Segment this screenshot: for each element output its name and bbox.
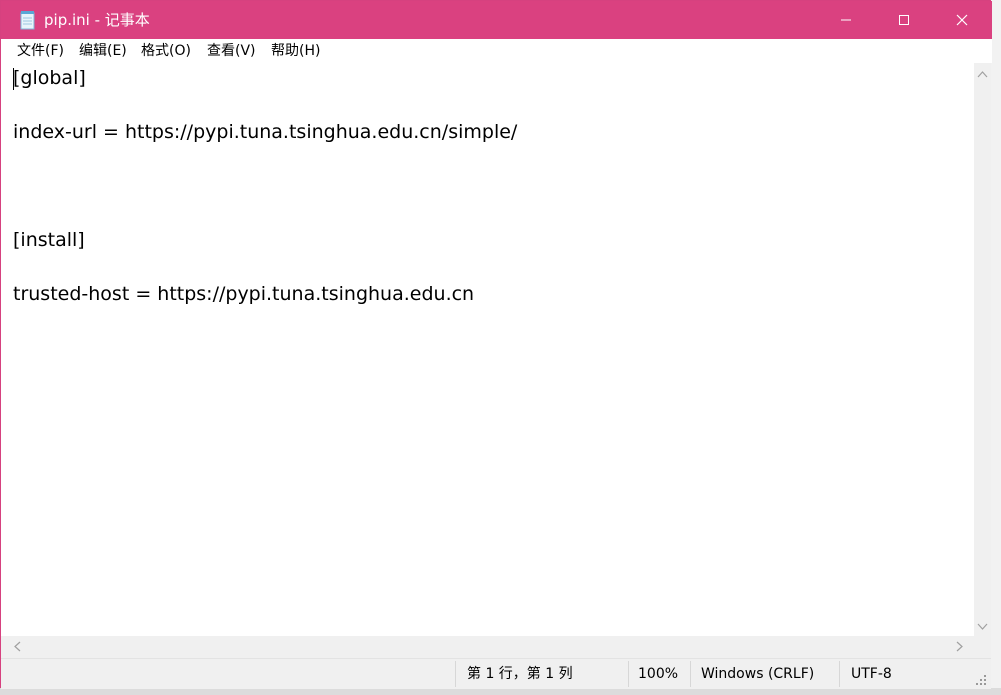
scroll-down-icon[interactable] xyxy=(977,621,988,633)
scroll-left-icon[interactable] xyxy=(13,641,21,654)
title-bar[interactable]: pip.ini - 记事本 xyxy=(1,1,992,39)
menu-file[interactable]: 文件(F) xyxy=(17,43,64,59)
menu-format[interactable]: 格式(O) xyxy=(141,43,191,59)
line-ending: Windows (CRLF) xyxy=(701,666,815,682)
editor-line: index-url = https://pypi.tuna.tsinghua.e… xyxy=(13,121,518,143)
encoding: UTF-8 xyxy=(851,666,892,682)
menu-edit[interactable]: 编辑(E) xyxy=(79,43,127,59)
editor-line: [global] xyxy=(13,67,86,89)
maximize-button[interactable] xyxy=(875,1,933,39)
background-taskbar-edge xyxy=(0,688,1001,695)
horizontal-scrollbar[interactable] xyxy=(1,636,974,658)
editor-line: [install] xyxy=(13,229,85,251)
zoom-level: 100% xyxy=(638,666,679,682)
text-editor[interactable]: [global] index-url = https://pypi.tuna.t… xyxy=(1,63,974,636)
status-divider xyxy=(690,661,691,687)
scroll-up-icon[interactable] xyxy=(977,68,988,80)
notepad-icon xyxy=(19,10,37,30)
minimize-button[interactable] xyxy=(817,1,875,39)
status-bar: 第 1 行，第 1 列 100% Windows (CRLF) UTF-8 xyxy=(1,658,991,689)
window-title: pip.ini - 记事本 xyxy=(44,11,150,29)
status-divider xyxy=(628,661,629,687)
menu-help[interactable]: 帮助(H) xyxy=(271,43,320,59)
notepad-window: pip.ini - 记事本 文件(F) 编辑(E) 格式(O) 查看(V) 帮助… xyxy=(0,0,992,689)
menu-bar: 文件(F) 编辑(E) 格式(O) 查看(V) 帮助(H) xyxy=(1,39,992,63)
close-button[interactable] xyxy=(933,1,991,39)
scroll-right-icon[interactable] xyxy=(956,641,964,654)
maximize-icon xyxy=(898,11,910,30)
cursor-position: 第 1 行，第 1 列 xyxy=(467,666,573,682)
status-divider xyxy=(839,661,840,687)
editor-line: trusted-host = https://pypi.tuna.tsinghu… xyxy=(13,283,475,305)
scrollbar-corner xyxy=(974,636,991,658)
menu-view[interactable]: 查看(V) xyxy=(207,43,256,59)
status-divider xyxy=(455,661,456,687)
background-desktop xyxy=(991,0,1001,695)
close-icon xyxy=(956,11,968,30)
resize-grip-icon[interactable] xyxy=(975,674,987,686)
vertical-scrollbar[interactable] xyxy=(974,63,991,636)
minimize-icon xyxy=(840,11,852,30)
